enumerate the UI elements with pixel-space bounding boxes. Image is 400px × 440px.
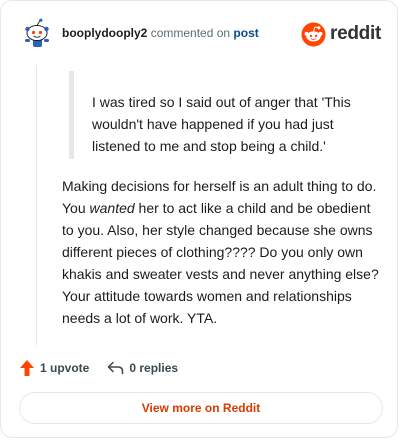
- body-emphasis: wanted: [89, 200, 135, 216]
- quote-text: I was tired so I said out of anger that …: [92, 94, 351, 154]
- reply-arrow-icon: [108, 361, 124, 375]
- comment-header: booplydooply2 commented on post reddit: [19, 17, 381, 51]
- action-text: commented on: [150, 26, 231, 40]
- reddit-logo[interactable]: reddit: [301, 21, 381, 47]
- view-more-button[interactable]: View more on Reddit: [19, 392, 383, 424]
- avatar-snoo-icon[interactable]: [21, 17, 53, 49]
- comment-body: Making decisions for herself is an adult…: [62, 175, 384, 329]
- blockquote: I was tired so I said out of anger that …: [69, 71, 379, 159]
- reddit-logo-icon: [301, 21, 326, 47]
- username-link[interactable]: booplydooply2: [62, 26, 147, 40]
- upvote-count: 1 upvote: [40, 361, 90, 375]
- comment-embed-card: booplydooply2 commented on post reddit I…: [0, 0, 398, 438]
- reply-button[interactable]: 0 replies: [107, 361, 178, 375]
- upvote-arrow-icon: [20, 360, 34, 376]
- comment-actions: 1 upvote 0 replies: [19, 357, 196, 379]
- reddit-wordmark: reddit: [330, 23, 381, 44]
- reply-count: 0 replies: [129, 361, 179, 375]
- comment-meta: booplydooply2 commented on post: [62, 26, 259, 40]
- upvote-button[interactable]: 1 upvote: [19, 359, 89, 377]
- body-text-part2: her to act like a child and be obedient …: [62, 200, 379, 326]
- thread-line: [36, 65, 37, 345]
- post-link[interactable]: post: [233, 26, 258, 40]
